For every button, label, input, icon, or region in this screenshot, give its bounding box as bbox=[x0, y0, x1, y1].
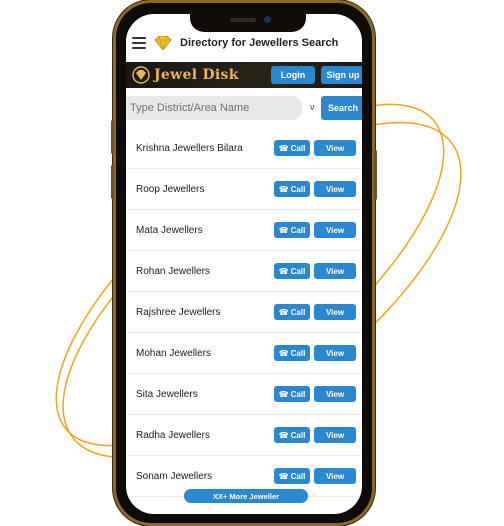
jeweller-name: Rohan Jewellers bbox=[136, 265, 210, 277]
page-title: Directory for Jewellers Search bbox=[180, 37, 339, 49]
jeweller-name: Radha Jewellers bbox=[136, 429, 210, 441]
call-button[interactable]: ☎ Call bbox=[274, 304, 310, 320]
brand-name: Jewel Disk bbox=[154, 67, 239, 83]
phone-icon: ☎ bbox=[278, 307, 289, 317]
app-screen: Directory for Jewellers Search Jewel Dis… bbox=[126, 14, 362, 514]
signup-button[interactable]: Sign up bbox=[321, 66, 362, 84]
call-button[interactable]: ☎ Call bbox=[274, 386, 310, 402]
phone-power-button bbox=[374, 150, 377, 200]
search-row: v Search bbox=[126, 96, 362, 120]
view-button[interactable]: View bbox=[314, 468, 356, 484]
call-label: Call bbox=[290, 307, 306, 317]
logo-icon bbox=[132, 66, 150, 84]
login-button[interactable]: Login bbox=[271, 66, 315, 84]
jeweller-name: Mata Jewellers bbox=[136, 224, 203, 236]
call-label: Call bbox=[290, 389, 306, 399]
jeweller-name: Sonam Jewellers bbox=[136, 470, 213, 482]
diamond-icon bbox=[154, 36, 172, 50]
phone-icon: ☎ bbox=[278, 389, 289, 399]
phone-icon: ☎ bbox=[278, 225, 289, 235]
phone-icon: ☎ bbox=[278, 266, 289, 276]
hamburger-icon[interactable] bbox=[132, 37, 146, 49]
list-item: Krishna Jewellers Bilara ☎ Call View bbox=[126, 128, 362, 169]
more-jewellers-button[interactable]: XX+ More Jeweller bbox=[184, 489, 308, 503]
jeweller-name: Rajshree Jewellers bbox=[136, 306, 221, 318]
call-label: Call bbox=[290, 266, 306, 276]
view-button[interactable]: View bbox=[314, 140, 356, 156]
jeweller-name: Mohan Jewellers bbox=[136, 347, 212, 359]
brand-bar: Jewel Disk Login Sign up bbox=[126, 62, 362, 88]
list-item: Rajshree Jewellers ☎ Call View bbox=[126, 292, 362, 333]
call-label: Call bbox=[290, 184, 306, 194]
view-button[interactable]: View bbox=[314, 304, 356, 320]
phone-icon: ☎ bbox=[278, 143, 289, 153]
jeweller-list: Krishna Jewellers Bilara ☎ Call View Roop Je… bbox=[126, 128, 362, 497]
call-label: Call bbox=[290, 348, 306, 358]
view-button[interactable]: View bbox=[314, 263, 356, 279]
jeweller-name: Krishna Jewellers Bilara bbox=[136, 142, 243, 154]
list-item: Rohan Jewellers ☎ Call View bbox=[126, 251, 362, 292]
call-button[interactable]: ☎ Call bbox=[274, 181, 310, 197]
jeweller-name: Sita Jewellers bbox=[136, 388, 198, 400]
call-button[interactable]: ☎ Call bbox=[274, 263, 310, 279]
view-button[interactable]: View bbox=[314, 386, 356, 402]
phone-icon: ☎ bbox=[278, 184, 289, 194]
list-item: Mohan Jewellers ☎ Call View bbox=[126, 333, 362, 374]
call-button[interactable]: ☎ Call bbox=[274, 345, 310, 361]
phone-icon: ☎ bbox=[278, 471, 289, 481]
view-button[interactable]: View bbox=[314, 222, 356, 238]
call-button[interactable]: ☎ Call bbox=[274, 140, 310, 156]
front-camera bbox=[264, 16, 271, 23]
list-item: Sita Jewellers ☎ Call View bbox=[126, 374, 362, 415]
phone-notch bbox=[190, 12, 306, 32]
speaker-grille bbox=[230, 18, 256, 22]
view-button[interactable]: View bbox=[314, 427, 356, 443]
view-button[interactable]: View bbox=[314, 181, 356, 197]
search-input[interactable] bbox=[126, 96, 302, 120]
phone-icon: ☎ bbox=[278, 430, 289, 440]
call-label: Call bbox=[290, 225, 306, 235]
search-button[interactable]: Search bbox=[321, 96, 362, 120]
phone-icon: ☎ bbox=[278, 348, 289, 358]
call-label: Call bbox=[290, 430, 306, 440]
call-button[interactable]: ☎ Call bbox=[274, 427, 310, 443]
app-header: Directory for Jewellers Search bbox=[126, 28, 362, 58]
call-button[interactable]: ☎ Call bbox=[274, 222, 310, 238]
view-button[interactable]: View bbox=[314, 345, 356, 361]
phone-side-button bbox=[111, 120, 114, 154]
chevron-down-icon[interactable]: v bbox=[310, 102, 315, 112]
phone-side-button bbox=[111, 165, 114, 199]
list-item: Roop Jewellers ☎ Call View bbox=[126, 169, 362, 210]
call-label: Call bbox=[290, 471, 306, 481]
call-button[interactable]: ☎ Call bbox=[274, 468, 310, 484]
list-item: Radha Jewellers ☎ Call View bbox=[126, 415, 362, 456]
jeweller-name: Roop Jewellers bbox=[136, 183, 205, 195]
call-label: Call bbox=[290, 143, 306, 153]
list-item: Mata Jewellers ☎ Call View bbox=[126, 210, 362, 251]
